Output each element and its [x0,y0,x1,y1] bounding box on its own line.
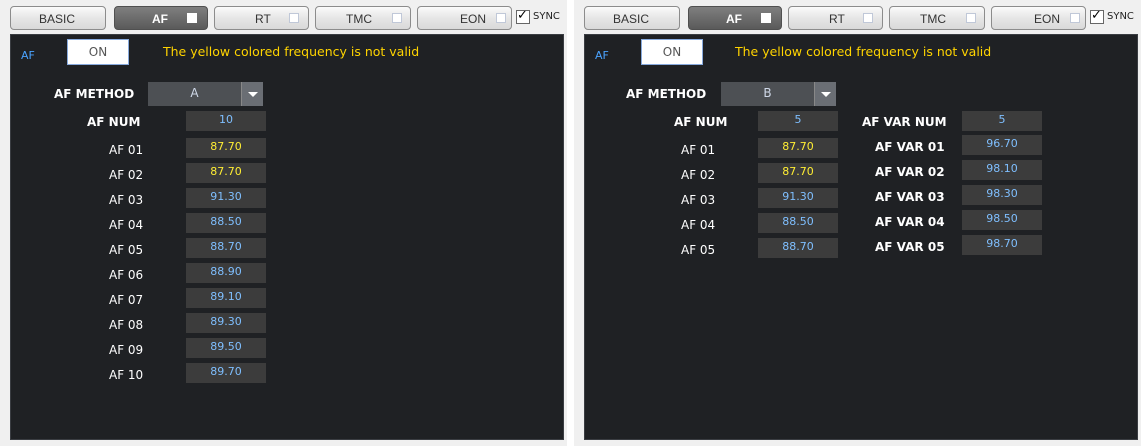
af-row-label: AF 04 [681,218,716,232]
tab-basic[interactable]: BASIC [10,6,106,30]
af-var-row-label: AF VAR 04 [875,215,945,229]
tab-indicator-icon [1070,13,1080,23]
tab-label: RT [255,12,271,26]
tab-eon[interactable]: EON [417,6,512,30]
tab-indicator-icon [187,13,197,23]
tab-rt[interactable]: RT [214,6,309,30]
af-frequency-field[interactable]: 87.70 [186,138,266,158]
af-row-label: AF 10 [109,368,144,382]
af-frequency-field[interactable]: 87.70 [186,163,266,183]
af-var-frequency-field[interactable]: 96.70 [962,135,1042,155]
tab-label: AF [726,12,742,26]
tab-label: AF [152,12,168,26]
af-frequency-field[interactable]: 88.50 [186,213,266,233]
af-var-frequency-field[interactable]: 98.30 [962,185,1042,205]
tab-label: TMC [346,12,372,26]
af-method-label: AF METHOD [54,87,135,101]
chevron-down-icon[interactable] [814,82,836,106]
af-settings-content: AF ON The yellow colored frequency is no… [10,34,564,440]
af-row-label: AF 02 [681,168,716,182]
af-num-field[interactable]: 10 [186,111,266,131]
tab-indicator-icon [966,13,976,23]
af-var-row-label: AF VAR 02 [875,165,945,179]
checkbox-checked-icon[interactable]: ✓ [1090,8,1104,24]
af-row-label: AF 05 [681,243,716,257]
af-var-row-label: AF VAR 01 [875,140,945,154]
tab-indicator-icon [289,13,299,23]
af-row-label: AF 04 [109,218,144,232]
tab-eon[interactable]: EON [991,6,1086,30]
invalid-frequency-warning: The yellow colored frequency is not vali… [735,44,992,59]
af-row-label: AF 02 [109,168,144,182]
tab-label: EON [460,12,487,26]
checkbox-checked-icon[interactable]: ✓ [516,8,530,24]
af-var-row-label: AF VAR 05 [875,240,945,254]
tab-label: BASIC [613,12,650,26]
af-row-label: AF 09 [109,343,144,357]
af-on-button[interactable]: ON [67,39,129,65]
af-var-frequency-field[interactable]: 98.50 [962,210,1042,230]
tab-label: TMC [920,12,946,26]
af-method-label: AF METHOD [626,87,707,101]
tab-af[interactable]: AF [688,6,782,30]
af-frequency-field[interactable]: 91.30 [186,188,266,208]
af-section-label: AF [595,49,609,62]
af-frequency-field[interactable]: 89.30 [186,313,266,333]
sync-label: SYNC [533,11,560,22]
af-frequency-field[interactable]: 91.30 [758,188,838,208]
af-num-field[interactable]: 5 [758,111,838,131]
af-frequency-field[interactable]: 87.70 [758,138,838,158]
tab-label: RT [829,12,845,26]
tab-indicator-icon [863,13,873,23]
tab-label: EON [1034,12,1061,26]
af-frequency-field[interactable]: 88.90 [186,263,266,283]
af-row-label: AF 07 [109,293,144,307]
af-panel-method-a: BASIC AF RT TMC EON ✓ SYNC AF ON The yel… [0,0,567,446]
af-frequency-field[interactable]: 89.50 [186,338,266,358]
tab-af[interactable]: AF [114,6,208,30]
af-row-label: AF 01 [681,143,716,157]
af-method-value: B [763,86,772,100]
af-method-select[interactable]: B [721,82,836,106]
tab-basic[interactable]: BASIC [584,6,680,30]
tab-tmc[interactable]: TMC [889,6,985,30]
af-var-num-label: AF VAR NUM [862,115,947,129]
af-frequency-field[interactable]: 89.10 [186,288,266,308]
af-num-label: AF NUM [674,115,728,129]
af-frequency-field[interactable]: 87.70 [758,163,838,183]
af-panel-method-b: BASIC AF RT TMC EON ✓ SYNC AF ON The yel… [574,0,1141,446]
af-var-frequency-field[interactable]: 98.10 [962,160,1042,180]
tab-indicator-icon [392,13,402,23]
af-row-label: AF 03 [681,193,716,207]
tab-tmc[interactable]: TMC [315,6,411,30]
af-method-select[interactable]: A [148,82,263,106]
tab-indicator-icon [496,13,506,23]
af-var-row-label: AF VAR 03 [875,190,945,204]
tab-rt[interactable]: RT [788,6,883,30]
af-row-label: AF 06 [109,268,144,282]
tab-label: BASIC [39,12,76,26]
af-settings-content: AF ON The yellow colored frequency is no… [584,34,1138,440]
af-frequency-field[interactable]: 88.50 [758,213,838,233]
af-frequency-field[interactable]: 88.70 [758,238,838,258]
af-num-label: AF NUM [87,115,141,129]
af-frequency-field[interactable]: 88.70 [186,238,266,258]
af-frequency-field[interactable]: 89.70 [186,363,266,383]
chevron-down-icon[interactable] [241,82,263,106]
af-section-label: AF [21,49,35,62]
af-method-value: A [190,86,199,100]
af-row-label: AF 01 [109,143,144,157]
af-row-label: AF 08 [109,318,144,332]
af-on-button[interactable]: ON [641,39,703,65]
tab-indicator-icon [761,13,771,23]
af-row-label: AF 05 [109,243,144,257]
invalid-frequency-warning: The yellow colored frequency is not vali… [163,44,420,59]
af-var-num-field[interactable]: 5 [962,111,1042,131]
af-var-frequency-field[interactable]: 98.70 [962,235,1042,255]
sync-label: SYNC [1107,11,1134,22]
af-row-label: AF 03 [109,193,144,207]
